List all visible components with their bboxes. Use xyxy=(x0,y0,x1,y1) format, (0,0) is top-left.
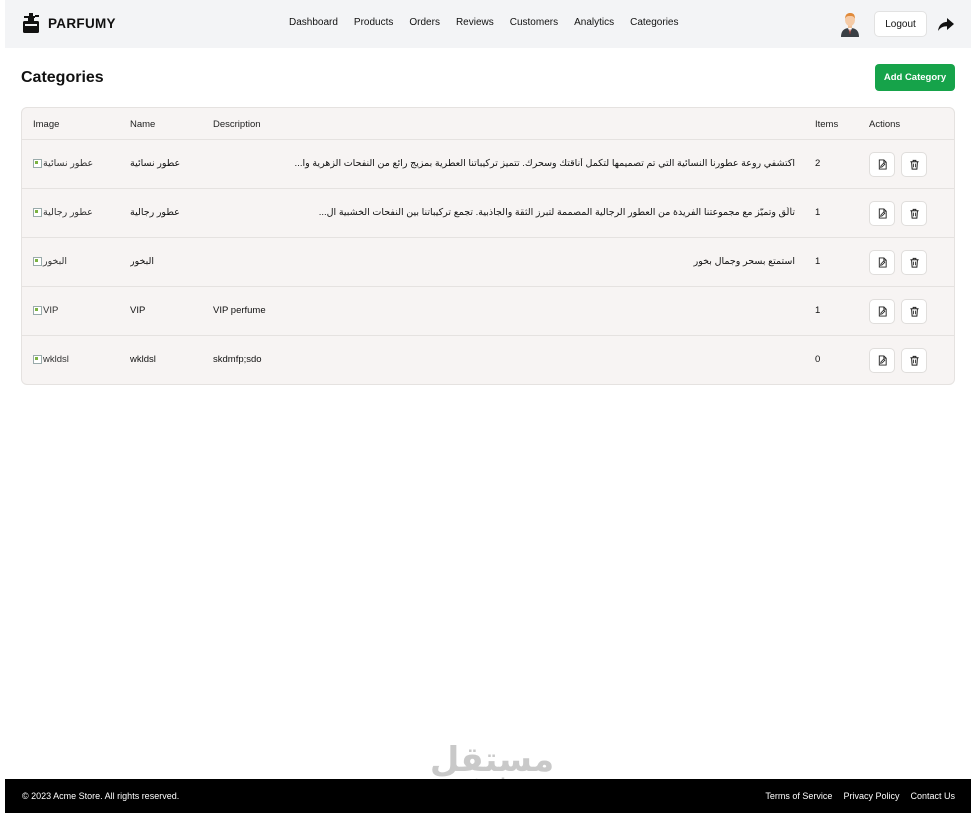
broken-image-icon xyxy=(33,208,42,217)
column-header-description: Description xyxy=(213,119,261,130)
trash-icon xyxy=(909,257,920,268)
category-description: VIP perfume xyxy=(213,305,266,316)
category-image-alt: wkldsl xyxy=(43,354,69,365)
top-navbar: PARFUMY Dashboard Products Orders Review… xyxy=(5,0,971,48)
category-image: البخور xyxy=(33,256,115,267)
broken-image-icon xyxy=(33,355,42,364)
category-items-count: 1 xyxy=(815,305,821,316)
footer: © 2023 Acme Store. All rights reserved. … xyxy=(5,779,971,813)
edit-category-button[interactable] xyxy=(869,201,895,226)
categories-table: Image Name Description Items Actions عطو… xyxy=(21,107,955,385)
category-image: عطور نسائية xyxy=(33,158,115,169)
table-row: عطور نسائية عطور نسائية اكتشفي روعة عطورنا… xyxy=(22,140,954,189)
category-items-count: 1 xyxy=(815,256,821,267)
trash-icon xyxy=(909,208,920,219)
nav-products[interactable]: Products xyxy=(354,17,393,28)
table-row: عطور رجالية عطور رجالية تألّق وتميّز مع مج… xyxy=(22,189,954,238)
category-items-count: 0 xyxy=(815,354,821,365)
category-image-alt: البخور xyxy=(43,256,68,267)
watermark-arabic: مستقل xyxy=(429,740,555,780)
category-image: wkldsl xyxy=(33,354,115,365)
column-header-name: Name xyxy=(130,119,156,130)
page-title: Categories xyxy=(21,69,104,86)
nav-orders[interactable]: Orders xyxy=(409,17,440,28)
edit-category-button[interactable] xyxy=(869,250,895,275)
table-row: VIP VIP VIP perfume 1 xyxy=(22,287,954,336)
trash-icon xyxy=(909,159,920,170)
footer-copyright: © 2023 Acme Store. All rights reserved. xyxy=(22,791,180,801)
footer-link-contact[interactable]: Contact Us xyxy=(910,791,955,801)
category-image: عطور رجالية xyxy=(33,207,115,218)
category-description: skdmfp;sdo xyxy=(213,354,262,365)
category-image-alt: VIP xyxy=(43,305,59,316)
nav-customers[interactable]: Customers xyxy=(510,17,558,28)
category-description: اكتشفي روعة عطورنا النسائية التي تم تصمي… xyxy=(294,158,795,169)
broken-image-icon xyxy=(33,306,42,315)
footer-links: Terms of Service Privacy Policy Contact … xyxy=(765,791,955,801)
nav-dashboard[interactable]: Dashboard xyxy=(289,17,338,28)
category-name: عطور رجالية xyxy=(130,207,180,218)
nav-categories[interactable]: Categories xyxy=(630,17,678,28)
trash-icon xyxy=(909,355,920,366)
delete-category-button[interactable] xyxy=(901,250,927,275)
trash-icon xyxy=(909,306,920,317)
nav-analytics[interactable]: Analytics xyxy=(574,17,614,28)
footer-link-terms[interactable]: Terms of Service xyxy=(765,791,832,801)
edit-file-icon xyxy=(877,257,888,268)
share-arrow-icon[interactable] xyxy=(937,15,955,33)
delete-category-button[interactable] xyxy=(901,152,927,177)
column-header-image: Image xyxy=(33,119,60,130)
edit-category-button[interactable] xyxy=(869,348,895,373)
column-header-items: Items xyxy=(815,119,839,130)
delete-category-button[interactable] xyxy=(901,299,927,324)
category-name: البخور xyxy=(130,256,155,267)
footer-link-privacy[interactable]: Privacy Policy xyxy=(843,791,899,801)
category-image-alt: عطور رجالية xyxy=(43,207,93,218)
add-category-button[interactable]: Add Category xyxy=(875,64,955,91)
edit-file-icon xyxy=(877,208,888,219)
broken-image-icon xyxy=(33,159,42,168)
perfume-bottle-icon xyxy=(23,13,39,33)
main-nav: Dashboard Products Orders Reviews Custom… xyxy=(289,17,678,28)
category-description: تألّق وتميّز مع مجموعتنا الفريدة من العط… xyxy=(318,207,795,218)
column-header-actions: Actions xyxy=(869,119,901,130)
nav-reviews[interactable]: Reviews xyxy=(456,17,494,28)
table-row: wkldsl wkldsl skdmfp;sdo 0 xyxy=(22,336,954,384)
category-items-count: 1 xyxy=(815,207,821,218)
edit-file-icon xyxy=(877,306,888,317)
user-avatar[interactable] xyxy=(839,11,861,37)
category-image-alt: عطور نسائية xyxy=(43,158,94,169)
edit-category-button[interactable] xyxy=(869,299,895,324)
app-frame: PARFUMY Dashboard Products Orders Review… xyxy=(5,0,971,813)
category-name: wkldsl xyxy=(130,354,156,365)
delete-category-button[interactable] xyxy=(901,348,927,373)
edit-file-icon xyxy=(877,355,888,366)
category-name: VIP xyxy=(130,305,146,316)
logout-button[interactable]: Logout xyxy=(874,11,927,37)
brand[interactable]: PARFUMY xyxy=(22,12,116,34)
category-image: VIP xyxy=(33,305,115,316)
edit-category-button[interactable] xyxy=(869,152,895,177)
table-row: البخور البخور استمتع بسحر وجمال بخور 1 xyxy=(22,238,954,287)
delete-category-button[interactable] xyxy=(901,201,927,226)
table-header: Image Name Description Items Actions xyxy=(22,108,954,140)
category-description: استمتع بسحر وجمال بخور xyxy=(693,256,795,267)
brand-name: PARFUMY xyxy=(48,15,116,31)
category-items-count: 2 xyxy=(815,158,821,169)
edit-file-icon xyxy=(877,159,888,170)
category-name: عطور نسائية xyxy=(130,158,181,169)
broken-image-icon xyxy=(33,257,42,266)
